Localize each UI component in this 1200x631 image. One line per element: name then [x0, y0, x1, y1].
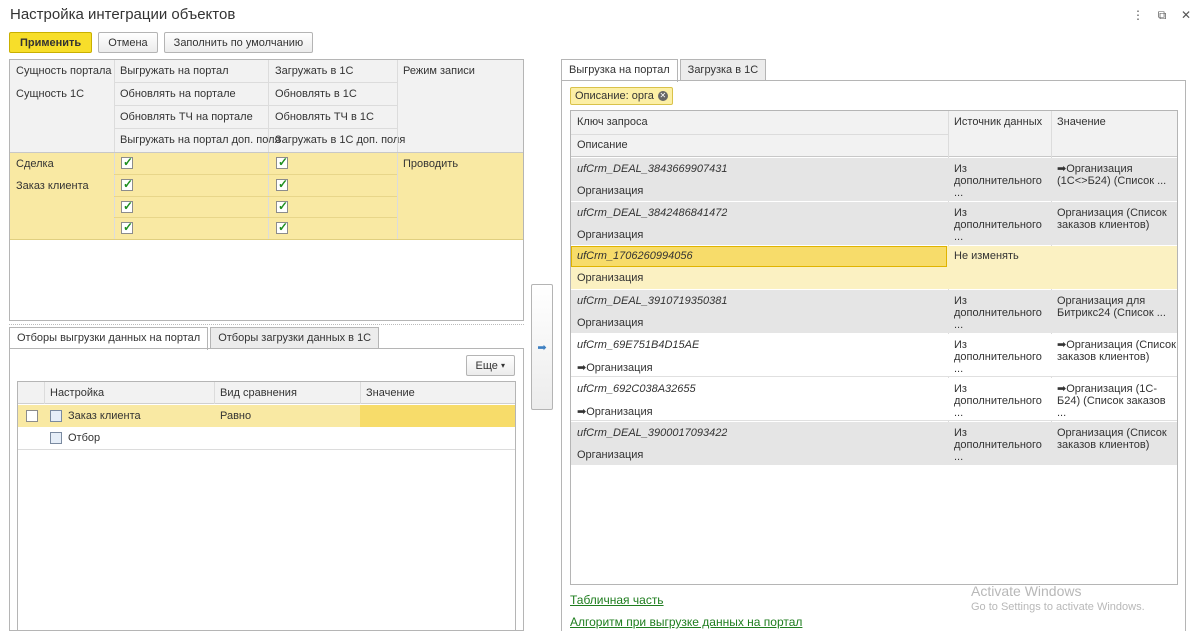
arrow-right-icon: ➡	[537, 341, 547, 354]
splitter[interactable]	[9, 324, 524, 325]
row-key[interactable]: ufCrm_1706260994056	[571, 250, 693, 262]
row-description[interactable]: Организация	[571, 185, 643, 197]
header-load-1c-extra: Загружать в 1С доп. поля	[275, 134, 406, 146]
header-update-1c: Обновлять в 1С	[275, 88, 357, 100]
tab-upload-filters[interactable]: Отборы выгрузки данных на портал	[9, 327, 209, 350]
row-description[interactable]: ➡Организация	[571, 405, 653, 418]
row-key[interactable]: ufCrm_DEAL_3910719350381	[571, 295, 727, 307]
mapping-table: Ключ запроса Описание Источник данных Зн…	[570, 110, 1178, 585]
tab-load-1c[interactable]: Загрузка в 1С	[679, 59, 767, 80]
update-tc-1c-checkbox[interactable]: ✓	[276, 199, 288, 213]
more-menu-icon[interactable]: ⋮	[1128, 8, 1148, 22]
right-tabs: Выгрузка на портал Загрузка в 1С	[561, 59, 768, 82]
filters-panel: Еще ▾ Настройка Вид сравнения Значение З…	[9, 348, 524, 631]
close-window-icon[interactable]: ✕	[1176, 8, 1196, 22]
tab-upload-portal[interactable]: Выгрузка на портал	[561, 59, 678, 82]
row-description[interactable]: Организация	[571, 449, 643, 461]
col-source: Источник данных	[954, 116, 1043, 128]
filter-setting-value[interactable]: Заказ клиента	[68, 405, 141, 427]
row-portal-entity[interactable]: Сделка	[10, 153, 54, 175]
row-1c-entity[interactable]: Заказ клиента	[10, 175, 89, 197]
tabular-part-link[interactable]: Табличная часть	[570, 593, 664, 607]
apply-button[interactable]: Применить	[9, 32, 93, 53]
row-value[interactable]: ➡Организация (1С<>Б24) (Список ...	[1051, 163, 1177, 187]
activation-watermark-title: Activate Windows	[971, 583, 1082, 599]
entity-table: Сущность портала Сущность 1С Выгружать н…	[9, 59, 524, 321]
col-value: Значение	[366, 387, 415, 399]
row-source[interactable]: Из дополнительного ...	[948, 163, 1051, 199]
row-source[interactable]: Из дополнительного ...	[948, 339, 1051, 375]
row-source[interactable]: Из дополнительного ...	[948, 383, 1051, 419]
row-description[interactable]: Организация	[571, 229, 643, 241]
row-write-mode[interactable]: Проводить	[397, 153, 458, 175]
header-upload-portal: Выгружать на портал	[120, 65, 229, 77]
mapping-panel: Описание: орга ✕ Ключ запроса Описание И…	[561, 80, 1186, 631]
col-comparison: Вид сравнения	[220, 387, 297, 399]
filter-comparison-value[interactable]: Равно	[220, 405, 251, 427]
load-1c-checkbox[interactable]: ✓	[276, 155, 288, 169]
row-value[interactable]: Организация (Список заказов клиентов)	[1051, 427, 1177, 451]
row-source[interactable]: Не изменять	[948, 250, 1019, 262]
row-value[interactable]: Организация для Битрикс24 (Список ...	[1051, 295, 1177, 319]
row-value[interactable]: Организация (Список заказов клиентов)	[1051, 207, 1177, 231]
row-key[interactable]: ufCrm_DEAL_3900017093422	[571, 427, 727, 439]
filter-chip-label: Описание: орга	[575, 90, 654, 102]
row-key[interactable]: ufCrm_DEAL_3843669907431	[571, 163, 727, 175]
more-button[interactable]: Еще ▾	[465, 355, 515, 376]
load-1c-extra-checkbox[interactable]: ✓	[276, 220, 288, 234]
col-setting: Настройка	[50, 387, 105, 399]
header-update-portal: Обновлять на портале	[120, 88, 236, 100]
upload-portal-checkbox[interactable]: ✓	[121, 155, 133, 169]
row-source[interactable]: Из дополнительного ...	[948, 207, 1051, 243]
chevron-down-icon: ▾	[500, 361, 505, 370]
upload-portal-extra-checkbox[interactable]: ✓	[121, 220, 133, 234]
row-key[interactable]: ufCrm_69E751B4D15AE	[571, 339, 699, 351]
filter-chip[interactable]: Описание: орга ✕	[570, 87, 673, 105]
header-load-1c: Загружать в 1С	[275, 65, 354, 77]
filter-group-icon	[50, 432, 62, 444]
close-icon[interactable]: ✕	[657, 91, 668, 101]
update-tc-portal-checkbox[interactable]: ✓	[121, 199, 133, 213]
header-upload-portal-extra: Выгружать на портал доп. поля	[120, 134, 281, 146]
value-cell[interactable]	[360, 405, 515, 427]
filter-group-icon	[50, 410, 62, 422]
header-update-tc-1c: Обновлять ТЧ в 1С	[275, 111, 374, 123]
filters-table: Настройка Вид сравнения Значение Заказ к…	[17, 381, 516, 631]
left-tabs: Отборы выгрузки данных на портал Отборы …	[9, 327, 381, 350]
restore-window-icon[interactable]: ⧉	[1152, 8, 1172, 23]
window-title: Настройка интеграции объектов	[10, 6, 236, 23]
header-1c-entity: Сущность 1С	[16, 88, 85, 100]
row-description[interactable]: Организация	[571, 272, 643, 284]
algorithm-link[interactable]: Алгоритм при выгрузке данных на портал	[570, 615, 802, 629]
fill-default-button[interactable]: Заполнить по умолчанию	[163, 32, 314, 53]
filter-use-checkbox[interactable]	[26, 410, 38, 422]
header-write-mode: Режим записи	[403, 65, 475, 77]
transfer-button[interactable]: ➡	[531, 284, 553, 410]
row-key[interactable]: ufCrm_DEAL_3842486841472	[571, 207, 727, 219]
cancel-button[interactable]: Отмена	[98, 32, 158, 53]
activation-watermark-subtitle: Go to Settings to activate Windows.	[971, 601, 1145, 613]
row-description[interactable]: ➡Организация	[571, 361, 653, 374]
row-source[interactable]: Из дополнительного ...	[948, 295, 1051, 331]
header-update-tc-portal: Обновлять ТЧ на портале	[120, 111, 253, 123]
toolbar: Применить Отмена Заполнить по умолчанию	[9, 32, 314, 53]
update-1c-checkbox[interactable]: ✓	[276, 177, 288, 191]
header-portal-entity: Сущность портала	[16, 65, 112, 77]
col-key: Ключ запроса	[577, 116, 648, 128]
row-value[interactable]: ➡Организация (1С-Б24) (Список заказов ..…	[1051, 383, 1177, 419]
row-value[interactable]: ➡Организация (Список заказов клиентов)	[1051, 339, 1177, 363]
tab-load-filters[interactable]: Отборы загрузки данных в 1С	[210, 327, 380, 348]
row-key[interactable]: ufCrm_692C038A32655	[571, 383, 696, 395]
filter-group-label[interactable]: Отбор	[68, 427, 100, 449]
col-value: Значение	[1057, 116, 1106, 128]
row-description[interactable]: Организация	[571, 317, 643, 329]
col-description: Описание	[577, 139, 628, 151]
row-source[interactable]: Из дополнительного ...	[948, 427, 1051, 463]
update-portal-checkbox[interactable]: ✓	[121, 177, 133, 191]
